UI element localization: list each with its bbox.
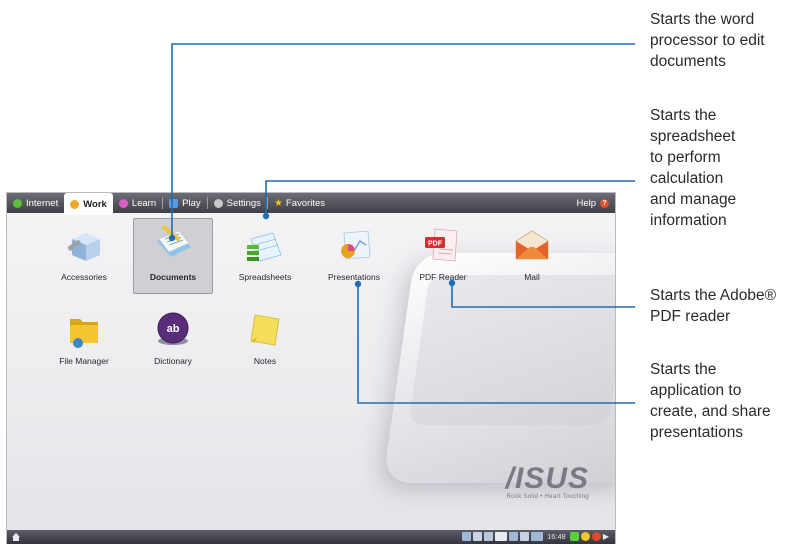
help-icon: ? [600,198,609,208]
callout-line: Starts the word [650,11,755,28]
callout-line: to perform [650,149,721,166]
tab-label: Work [83,198,107,210]
system-tray: 16:48 ▶ [462,532,609,541]
app-mail[interactable]: Mail [493,219,571,293]
wallpaper-device-screen [408,275,615,425]
asus-logo-word: /ISUS [505,462,589,495]
tab-play[interactable]: Play [163,193,206,213]
documents-icon [157,225,191,257]
callout-line: application to [650,382,742,399]
asus-tagline: Rock Solid • Heart Touching [506,494,589,500]
callout-line: presentations [650,424,744,441]
spreadsheets-icon [247,232,282,262]
pdf-reader-icon: PDF [425,228,458,262]
app-label: Dictionary [154,356,192,366]
taskbar: 16:48 ▶ [7,530,615,544]
presentations-icon [341,230,371,260]
gamepad-icon [169,198,179,208]
callout-line: documents [650,53,726,70]
asus-logo: /ISUS Rock Solid • Heart Touching [505,462,589,501]
callout-spreadsheets: Starts the spreadsheet to perform calcul… [650,105,736,231]
network-icon[interactable] [462,532,472,541]
callout-line: create, and share [650,403,771,420]
mail-icon [515,230,549,260]
tab-label: Play [182,197,201,209]
home-icon[interactable] [11,532,21,542]
app-documents[interactable]: Documents [133,218,213,294]
svg-text:PDF: PDF [428,241,443,248]
tab-label: Internet [26,197,59,209]
callout-line: Starts the [650,361,717,378]
volume-icon[interactable] [531,532,544,541]
tab-learn[interactable]: Learn [113,193,162,213]
keyboard-icon[interactable] [509,532,519,541]
tab-work[interactable]: Work [64,193,113,215]
notes-icon [250,314,280,346]
battery-icon[interactable] [495,532,508,541]
tab-label: Settings [226,197,261,209]
desktop-screen: /ISUS Rock Solid • Heart Touching Intern… [7,193,615,544]
power-icon[interactable] [591,532,601,541]
tab-favorites[interactable]: ★ Favorites [268,193,331,213]
accessories-icon [67,233,100,261]
tab-internet[interactable]: Internet [7,193,64,213]
wifi-icon[interactable] [473,532,483,541]
app-label: Accessories [61,272,107,282]
bluetooth-icon[interactable] [484,532,494,541]
tab-label: Favorites [285,197,325,209]
callout-line: Starts the [650,107,717,124]
clock: 16:48 [547,532,566,541]
callout-line: calculation [650,170,724,187]
app-label: File Manager [59,356,109,366]
display-icon[interactable] [520,532,530,541]
app-label: Presentations [328,272,380,282]
callout-pdf-reader: Starts the Adobe® PDF reader [650,285,776,327]
gear-icon [213,198,223,208]
briefcase-icon [70,199,80,209]
callout-line: spreadsheet [650,128,736,145]
callout-presentations: Starts the application to create, and sh… [650,359,771,443]
app-label: Mail [524,272,540,282]
svg-text:ab: ab [167,323,180,335]
app-file-manager[interactable]: File Manager [45,303,123,377]
file-manager-icon [70,319,98,348]
callout-line: and manage [650,191,737,208]
app-notes[interactable]: Notes [226,303,304,377]
help-button[interactable]: Help ? [576,198,615,209]
app-label: PDF Reader [419,272,467,282]
tab-settings[interactable]: Settings [208,193,267,213]
callout-line: Starts the Adobe® [650,287,777,304]
app-label: Notes [253,356,277,366]
app-label: Documents [149,272,197,282]
star-icon: ★ [273,197,283,209]
tab-label: Learn [131,197,157,209]
callout-line: processor to edit [650,32,765,49]
app-presentations[interactable]: Presentations [315,219,393,293]
callout-documents: Starts the word processor to edit docume… [650,9,765,72]
app-pdf-reader[interactable]: PDF PDF Reader [404,219,482,293]
globe-icon [13,198,22,208]
status-icon[interactable] [580,532,590,541]
app-label: Spreadsheets [238,272,292,282]
app-spreadsheets[interactable]: Spreadsheets [226,219,304,293]
callout-line: information [650,212,727,229]
dictionary-icon: ab [157,312,189,345]
tab-bar: Internet Work Learn Play Settings ★ Favo… [7,193,615,215]
app-dictionary[interactable]: ab Dictionary [134,303,212,377]
task-switch-icon[interactable] [569,532,579,541]
book-icon [118,198,128,208]
help-label: Help [576,197,596,209]
app-accessories[interactable]: Accessories [45,219,123,293]
arrow-right-icon[interactable]: ▶ [603,532,609,541]
callout-line: PDF reader [650,308,731,325]
